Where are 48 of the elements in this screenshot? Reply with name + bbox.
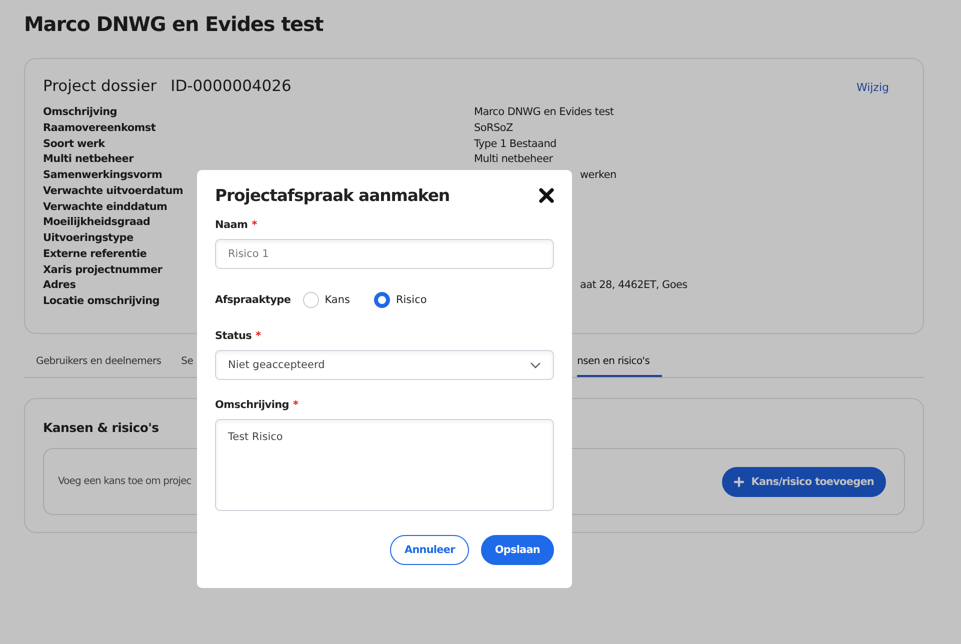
required-marker: * (293, 399, 298, 411)
field-label: Uitvoeringstype (43, 231, 134, 246)
field-label: Status (215, 330, 252, 342)
tab[interactable]: Gebruikers en deelnemers (36, 348, 162, 377)
tab[interactable]: nsen en risico's (577, 348, 662, 377)
field-label: Samenwerkingsvorm (43, 168, 162, 183)
radio-button[interactable] (374, 292, 390, 308)
tab[interactable]: Se (181, 348, 194, 377)
status-dropdown[interactable]: Niet geaccepteerd (215, 350, 554, 380)
close-icon[interactable] (539, 188, 554, 203)
description-field[interactable]: Test Risico (215, 419, 554, 511)
field-label: Verwachte einddatum (43, 200, 168, 214)
field-label: Omschrijving (215, 399, 290, 411)
required-marker: * (252, 219, 257, 231)
section-title: Kansen & risico's (43, 420, 159, 435)
field-label: Xaris projectnummer (43, 262, 162, 278)
field-value: Type 1 Bestaand (474, 136, 556, 152)
field-label: Afspraaktype (215, 294, 291, 306)
field-value: Marco DNWG en Evides test (474, 105, 614, 120)
empty-state-text: Voeg een kans toe om projec (58, 476, 192, 487)
radio-label: Risico (396, 294, 427, 306)
field-label: Omschrijving (43, 105, 118, 120)
plus-icon (734, 476, 744, 486)
required-marker: * (256, 330, 261, 342)
add-button[interactable]: Kans/risico toevoegen (722, 466, 886, 496)
name-field[interactable]: Risico 1 (215, 239, 554, 269)
radio-label: Kans (324, 294, 350, 306)
field-label: Naam (215, 219, 248, 231)
field-label: Soort werk (43, 136, 105, 152)
dossier-title: Project dossier (43, 77, 157, 95)
field-label: Locatie omschrijving (43, 294, 160, 309)
dossier-id: ID-0000004026 (170, 77, 292, 95)
field-label: Verwachte uitvoerdatum (43, 184, 184, 199)
page-title: Marco DNWG en Evides test (24, 11, 324, 38)
field-value: Multi netbeheer (474, 152, 553, 168)
field-label: Multi netbeheer (43, 152, 134, 168)
edit-link[interactable]: Wijzig (856, 81, 889, 94)
field-label: Externe referentie (43, 246, 147, 262)
field-value: aat 28, 4462ET, Goes (580, 278, 688, 294)
dialog-title: Projectafspraak aanmaken (215, 186, 450, 205)
field-label: Adres (43, 278, 76, 294)
cancel-button[interactable]: Annuleer (390, 535, 469, 565)
save-button[interactable]: Opslaan (480, 535, 554, 565)
chevron-down-icon (530, 362, 541, 368)
field-label: Moeilijkheidsgraad (43, 215, 150, 230)
field-value: werken (580, 168, 616, 183)
field-value: SoRSoZ (474, 120, 513, 136)
field-label: Raamovereenkomst (43, 120, 156, 136)
